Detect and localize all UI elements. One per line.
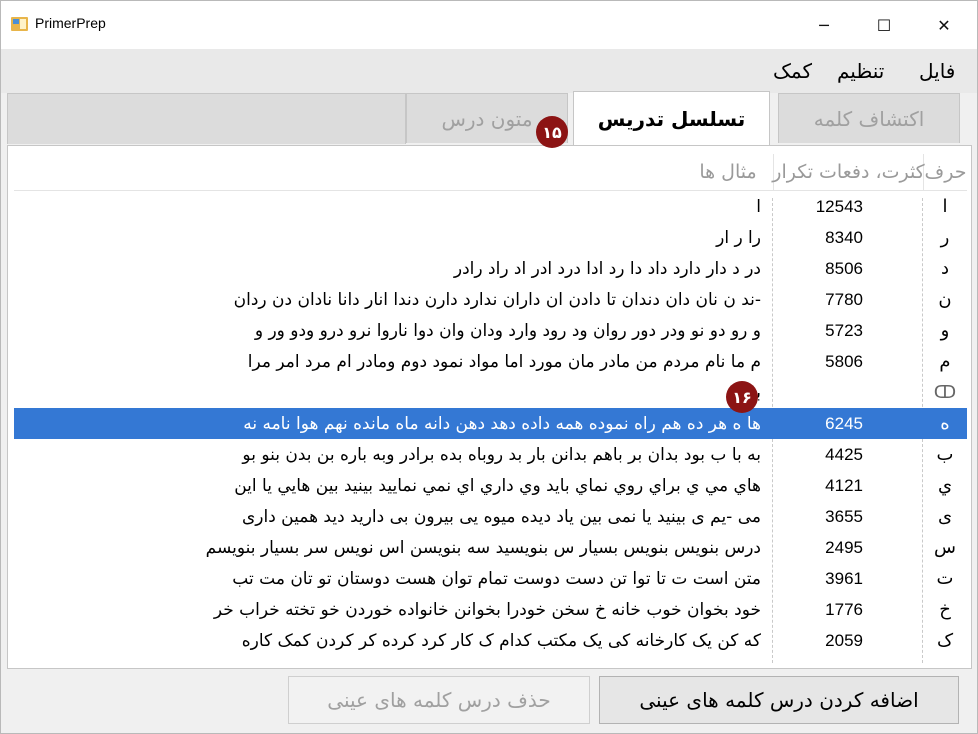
tab-teaching-order-label: تسلسل تدریس <box>597 106 746 131</box>
title-bar: PrimerPrep ─ ☐ ✕ <box>1 1 977 49</box>
maximize-icon: ☐ <box>876 15 892 35</box>
cell-letter: م <box>939 351 951 372</box>
cell-letter: د <box>941 258 950 279</box>
delete-lesson-button[interactable]: حذف درس کلمه های عینی <box>288 676 590 724</box>
cell-frequency: 7780 <box>825 289 863 309</box>
teaching-order-panel: حرف کثرت، دفعات تکرار مثال ها ا 12543 ا ر 83… <box>7 145 972 669</box>
cell-examples: درس بنویس بنویس بسیار س بنویسید سه بنویس… <box>205 537 761 558</box>
cell-frequency <box>773 377 923 408</box>
cell-examples: ها ه هر ده هم راه نموده همه داده دهد دهن… <box>243 413 761 434</box>
menu-help[interactable]: کمک <box>773 59 812 83</box>
add-lesson-button[interactable]: اضافه کردن درس کلمه های عینی <box>599 676 959 724</box>
cell-letter: ↀ <box>933 382 957 403</box>
cell-letter: س <box>934 537 956 558</box>
table-row[interactable]: خ 1776 خود بخوان خوب خانه خ سخن خودرا بخوا… <box>14 594 967 625</box>
tab-word-discovery-label: اکتشاف کلمه <box>813 106 925 131</box>
cell-letter: ن <box>938 289 952 310</box>
minimize-icon: ─ <box>819 15 829 35</box>
cell-examples: -ند ن نان دان دندان تا دادن ان داران ندا… <box>233 289 761 310</box>
callout-badge-row: ۱۶ <box>726 381 758 413</box>
cell-letter <box>923 656 967 664</box>
cell-letter: ت <box>936 568 954 589</box>
table-row[interactable]: ر 8340 را ر ار <box>14 222 967 253</box>
cell-examples: ا <box>756 196 761 217</box>
cell-letter: ا <box>942 196 948 217</box>
cell-examples: را ر ار <box>716 227 761 248</box>
table-row[interactable]: ا 12543 ا <box>14 191 967 222</box>
cell-examples: متن است ت تا توا تن دست دوست تمام توان ه… <box>232 568 761 589</box>
table-row[interactable]: ک 2059 که کن یک کارخانه کی یک مکتب کدام ک … <box>14 625 967 656</box>
tab-teaching-order[interactable]: تسلسل تدریس <box>573 91 770 145</box>
table-row[interactable]: 2490ل ل ل ل ل ل ل ل ل ل ل ل ل ل ل ل ل ل <box>14 656 967 665</box>
cell-letter: ی <box>937 506 953 527</box>
cell-examples: م ما نام مردم من مادر مان مورد اما مواد … <box>247 351 761 372</box>
table-row[interactable]: ی 3655 می -یم ی بینید یا نمی بین یاد دیده … <box>14 501 967 532</box>
cell-frequency: 5806 <box>825 351 863 371</box>
table-row[interactable]: و 5723 و رو دو نو ودر دور روان ود رود وارد… <box>14 315 967 346</box>
cell-frequency: 4121 <box>825 475 863 495</box>
cell-frequency: 8340 <box>825 227 863 247</box>
cell-frequency: 2059 <box>825 630 863 650</box>
cell-examples: به با ب بود بدان بر باهم بدانن بار بد رو… <box>242 444 761 465</box>
add-lesson-label: اضافه کردن درس کلمه های عینی <box>639 688 919 712</box>
table-row[interactable]: س 2495 درس بنویس بنویس بسیار س بنویسید سه … <box>14 532 967 563</box>
cell-examples: که کن یک کارخانه کی یک مکتب کدام ک کار ک… <box>241 630 761 651</box>
app-icon <box>11 17 28 31</box>
maximize-button[interactable]: ☐ <box>861 1 907 49</box>
cell-frequency: 4425 <box>825 444 863 464</box>
cell-examples: خود بخوان خوب خانه خ سخن خودرا بخوانن خا… <box>213 599 761 620</box>
close-button[interactable]: ✕ <box>921 1 967 49</box>
table-row[interactable]: ن 7780 -ند ن نان دان دندان تا دادن ان دارا… <box>14 284 967 315</box>
header-letter[interactable]: حرف <box>923 154 967 190</box>
cell-examples: هاي مي ي براي روي نماي بايد وي داري اي ن… <box>234 475 761 496</box>
cell-frequency: 2490 <box>773 656 923 665</box>
table-header: حرف کثرت، دفعات تکرار مثال ها <box>14 154 967 191</box>
minimize-button[interactable]: ─ <box>801 1 847 49</box>
cell-letter: ک <box>936 630 954 651</box>
cell-examples: بچه <box>14 377 773 408</box>
cell-examples: در د دار دارد داد دا رد ادا درد ادر اد ر… <box>453 258 761 279</box>
tab-lesson-texts-label: متون درس <box>441 106 533 131</box>
cell-letter: ب <box>936 444 954 465</box>
menu-settings[interactable]: تنظیم <box>837 59 884 83</box>
close-icon: ✕ <box>937 15 951 35</box>
tab-strip: اکتشاف کلمه تسلسل تدریس متون درس <box>1 91 977 145</box>
table-row[interactable]: ي 4121 هاي مي ي براي روي نماي بايد وي داري… <box>14 470 967 501</box>
cell-frequency: 6245 <box>825 413 863 433</box>
cell-frequency: 2495 <box>825 537 863 557</box>
letter-order-table[interactable]: حرف کثرت، دفعات تکرار مثال ها ا 12543 ا ر 83… <box>14 154 967 664</box>
table-row[interactable]: ↀ بچه <box>14 377 967 408</box>
header-examples[interactable]: مثال ها <box>683 154 773 190</box>
header-frequency[interactable]: کثرت، دفعات تکرار <box>772 154 925 190</box>
cell-letter: ر <box>940 227 950 248</box>
window-title: PrimerPrep <box>35 15 106 31</box>
cell-letter: خ <box>939 599 951 620</box>
cell-frequency: 8506 <box>825 258 863 278</box>
cell-frequency: 5723 <box>825 320 863 340</box>
cell-letter: ي <box>937 475 953 496</box>
table-row[interactable]: م 5806 م ما نام مردم من مادر مان مورد اما … <box>14 346 967 377</box>
menu-file[interactable]: فایل <box>919 59 955 83</box>
table-row[interactable]: ب 4425 به با ب بود بدان بر باهم بدانن بار … <box>14 439 967 470</box>
tab-strip-background <box>7 93 406 144</box>
table-row[interactable]: ت 3961 متن است ت تا توا تن دست دوست تمام ت… <box>14 563 967 594</box>
cell-examples: و رو دو نو ودر دور روان ود رود وارد ودان… <box>254 320 761 341</box>
delete-lesson-label: حذف درس کلمه های عینی <box>327 688 551 712</box>
cell-frequency: 3655 <box>825 506 863 526</box>
table-row[interactable]: د 8506 در د دار دارد داد دا رد ادا درد ادر… <box>14 253 967 284</box>
cell-examples: می -یم ی بینید یا نمی بین یاد دیده میوه … <box>241 506 761 527</box>
tab-word-discovery[interactable]: اکتشاف کلمه <box>778 93 960 143</box>
cell-examples: ل ل ل ل ل ل ل ل ل ل ل ل ل ل ل ل ل ل <box>14 656 773 665</box>
cell-frequency: 12543 <box>815 196 863 216</box>
cell-frequency: 1776 <box>825 599 863 619</box>
cell-letter: ه <box>940 413 950 434</box>
table-row[interactable]: ه 6245 ها ه هر ده هم راه نموده همه داده ده… <box>14 408 967 439</box>
callout-badge-tab: ۱۵ <box>536 116 568 148</box>
menu-bar: فایل تنظیم کمک <box>1 49 977 93</box>
app-window: PrimerPrep ─ ☐ ✕ فایل تنظیم کمک اکتشاف ک… <box>0 0 978 734</box>
cell-frequency: 3961 <box>825 568 863 588</box>
cell-letter: و <box>940 320 950 341</box>
